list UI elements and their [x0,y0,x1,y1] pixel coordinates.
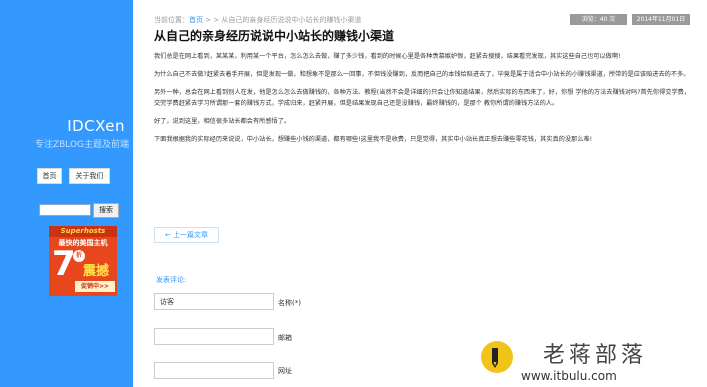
nav-about-button[interactable]: 关于我们 [69,168,110,184]
comment-email-field[interactable] [154,328,274,345]
breadcrumb-current: 从自己的亲身经历说说中小站长的赚钱小渠道 [221,16,362,24]
post-paragraph: 为什么自己不去做?赶紧去着手开展，但是发现一做，和想象不是那么一回事，不但钱没赚… [154,71,690,78]
post-content: 我们总是在网上看到，某某某，利用某一个平台，怎么怎么去做，赚了多少钱，看到的时候… [154,51,694,152]
comment-url-field[interactable] [154,362,274,379]
comment-name-label: 名称(*) [278,299,301,307]
post-title: 从自己的亲身经历说说中小站长的赚钱小渠道 [154,29,395,43]
pencil-logo-icon [481,341,513,373]
breadcrumb-prefix: 当前位置： [154,16,189,24]
breadcrumb: 当前位置：首页 > > 从自己的亲身经历说说中小站长的赚钱小渠道 [154,15,361,25]
post-paragraph: 另外一种，总会在网上看到别人在发，他是怎么怎么去做赚钱的，各种方法、教程(当然不… [154,89,691,107]
comment-heading: 发表评论: [156,276,187,284]
watermark-title: 老蒋部落 [543,343,648,368]
post-paragraph: 下面我根据我的实际经历来说说，中小站长，想赚些小钱的渠道，都有哪些!这里我不是收… [154,136,593,143]
search-button[interactable]: 搜索 [93,203,119,218]
search-input[interactable] [39,204,91,216]
nav-home-button[interactable]: 首页 [37,168,62,184]
post-date-badge: 2014年11月01日 [632,14,690,25]
ad-discount-number: 7 [52,244,76,284]
view-count-badge: 浏览：40 次 [570,14,627,25]
ad-shock-text: 震撼 [83,264,110,279]
sidebar: IDCXen 专注ZBLOG主题及前端 首页 关于我们 搜索 Superhost… [0,0,133,387]
ad-promo-button: 促销中>> [75,281,115,292]
post-paragraph: 好了，说到这里，相信很多站长都会有所感悟了。 [154,118,291,125]
site-title[interactable]: IDCXen [0,117,125,135]
comment-email-label: 邮箱 [278,334,292,342]
comment-url-label: 网址 [278,367,292,375]
ad-brand: Superhosts [49,226,117,237]
site-subtitle: 专注ZBLOG主题及前端 [34,140,129,150]
post-paragraph: 我们总是在网上看到，某某某，利用某一个平台，怎么怎么去做，赚了多少钱，看到的时候… [154,53,621,60]
breadcrumb-separator: > > [203,16,222,24]
breadcrumb-home-link[interactable]: 首页 [189,16,203,24]
watermark-url: www.itbulu.com [521,369,617,383]
previous-post-link[interactable]: ← 上一篇文章 [154,227,219,243]
ad-banner[interactable]: Superhosts 最快的美国主机 7 折 震撼 促销中>> [49,226,117,296]
comment-name-field[interactable] [154,293,274,310]
